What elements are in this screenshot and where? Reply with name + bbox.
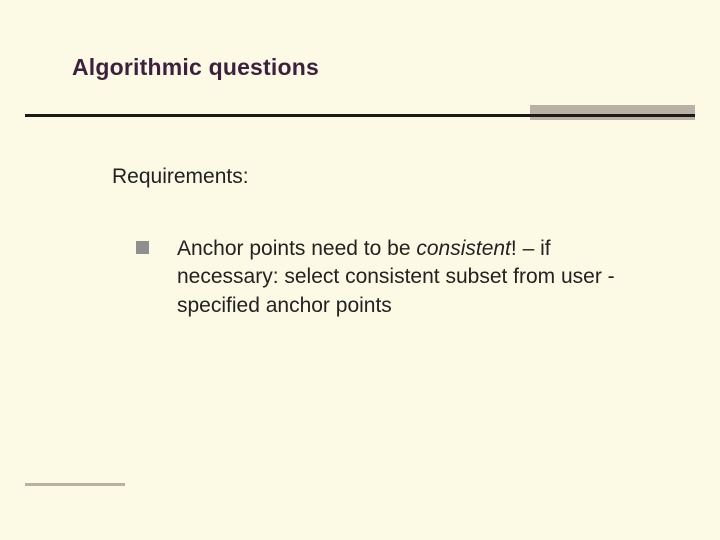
requirements-heading: Requirements: bbox=[112, 165, 622, 189]
list-item: Anchor points need to be consistent! – i… bbox=[112, 235, 622, 320]
title-accent-bar bbox=[530, 105, 695, 120]
bullet-text-pre: Anchor points need to be bbox=[177, 237, 416, 260]
slide-title: Algorithmic questions bbox=[72, 54, 319, 81]
bullet-text-em: consistent bbox=[416, 237, 511, 260]
slide: Algorithmic questions Requirements: Anch… bbox=[0, 0, 720, 540]
footer-accent-bar bbox=[25, 483, 125, 486]
title-underline bbox=[25, 114, 695, 117]
square-bullet-icon bbox=[136, 241, 149, 254]
body-area: Requirements: Anchor points need to be c… bbox=[112, 165, 622, 320]
bullet-text: Anchor points need to be consistent! – i… bbox=[177, 235, 622, 320]
